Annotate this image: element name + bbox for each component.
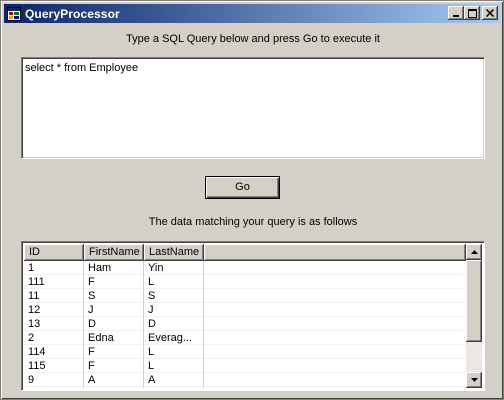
scroll-up-icon xyxy=(470,250,478,254)
cell-empty xyxy=(204,261,466,275)
table-row[interactable]: 11 S S xyxy=(24,289,466,303)
minimize-button[interactable] xyxy=(448,6,464,20)
app-window-icon[interactable] xyxy=(6,6,22,22)
scroll-down-icon xyxy=(470,378,478,382)
cell-id[interactable]: 114 xyxy=(24,345,84,359)
close-icon xyxy=(486,9,494,17)
results-grid[interactable]: ID FirstName LastName 1 Ham Yin 111 F L 11 S S 12… xyxy=(21,241,485,391)
cell-firstname[interactable]: F xyxy=(84,345,144,359)
title-bar[interactable]: QueryProcessor xyxy=(4,4,500,23)
cell-lastname[interactable]: L xyxy=(144,359,204,373)
cell-empty xyxy=(204,373,466,387)
cell-id[interactable]: 13 xyxy=(24,317,84,331)
maximize-button[interactable] xyxy=(464,6,480,20)
column-header-firstname[interactable]: FirstName xyxy=(84,244,144,261)
cell-empty xyxy=(204,303,466,317)
cell-id[interactable]: 1 xyxy=(24,261,84,275)
cell-empty xyxy=(204,317,466,331)
cell-id[interactable]: 12 xyxy=(24,303,84,317)
table-row[interactable]: 9AA xyxy=(24,373,466,387)
window-title: QueryProcessor xyxy=(25,6,120,21)
column-header-empty xyxy=(204,244,466,261)
table-row[interactable]: 2 Edna Everag... xyxy=(24,331,466,345)
minimize-icon xyxy=(453,15,459,17)
cell-id[interactable]: 111 xyxy=(24,275,84,289)
cell-empty xyxy=(204,289,466,303)
scroll-up-button[interactable] xyxy=(466,244,482,260)
cell-firstname[interactable]: S xyxy=(84,289,144,303)
cell-lastname[interactable]: Ro... xyxy=(144,387,204,388)
scroll-down-button[interactable] xyxy=(466,372,482,388)
cell-firstname[interactable]: Ham xyxy=(84,261,144,275)
table-row[interactable]: 3RichRo... xyxy=(24,387,466,388)
go-button[interactable]: Go xyxy=(205,176,280,199)
grid-header: ID FirstName LastName xyxy=(24,244,466,261)
grid-body: 1 Ham Yin 111 F L 11 S S 12 J J 13 D D 2 Edna Everag... 11… xyxy=(24,261,466,388)
cell-id[interactable]: 9 xyxy=(24,373,84,387)
cell-lastname[interactable]: S xyxy=(144,289,204,303)
cell-firstname[interactable]: D xyxy=(84,317,144,331)
cell-id[interactable]: 3 xyxy=(24,387,84,388)
cell-lastname[interactable]: L xyxy=(144,345,204,359)
maximize-icon xyxy=(467,8,477,18)
cell-lastname[interactable]: Yin xyxy=(144,261,204,275)
table-row[interactable]: 111 F L xyxy=(24,275,466,289)
table-row[interactable]: 13 D D xyxy=(24,317,466,331)
cell-firstname[interactable]: Rich xyxy=(84,387,144,388)
table-row[interactable]: 115 F L xyxy=(24,359,466,373)
cell-id[interactable]: 11 xyxy=(24,289,84,303)
cell-lastname[interactable]: L xyxy=(144,275,204,289)
cell-empty xyxy=(204,331,466,345)
close-button[interactable] xyxy=(482,6,498,20)
cell-id[interactable]: 2 xyxy=(24,331,84,345)
cell-firstname[interactable]: A xyxy=(84,373,144,387)
cell-lastname[interactable]: J xyxy=(144,303,204,317)
cell-firstname[interactable]: F xyxy=(84,275,144,289)
cell-firstname[interactable]: F xyxy=(84,359,144,373)
cell-lastname[interactable]: A xyxy=(144,373,204,387)
cell-empty xyxy=(204,345,466,359)
query-processor-window: QueryProcessor Type a SQL Query below an… xyxy=(0,0,504,400)
table-row[interactable]: 1 Ham Yin xyxy=(24,261,466,275)
cell-firstname[interactable]: J xyxy=(84,303,144,317)
cell-empty xyxy=(204,275,466,289)
cell-lastname[interactable]: D xyxy=(144,317,204,331)
column-header-id[interactable]: ID xyxy=(24,244,84,261)
vertical-scrollbar[interactable] xyxy=(466,244,482,388)
column-header-lastname[interactable]: LastName xyxy=(144,244,204,261)
cell-empty xyxy=(204,387,466,388)
scrollbar-thumb[interactable] xyxy=(466,260,482,342)
cell-firstname[interactable]: Edna xyxy=(84,331,144,345)
results-label: The data matching your query is as follo… xyxy=(148,216,358,228)
cell-lastname[interactable]: Everag... xyxy=(144,331,204,345)
table-row[interactable]: 114 F L xyxy=(24,345,466,359)
instruction-label: Type a SQL Query below and press Go to e… xyxy=(126,33,380,45)
cell-empty xyxy=(204,359,466,373)
sql-query-input[interactable] xyxy=(21,57,485,159)
table-row[interactable]: 12 J J xyxy=(24,303,466,317)
cell-id[interactable]: 115 xyxy=(24,359,84,373)
